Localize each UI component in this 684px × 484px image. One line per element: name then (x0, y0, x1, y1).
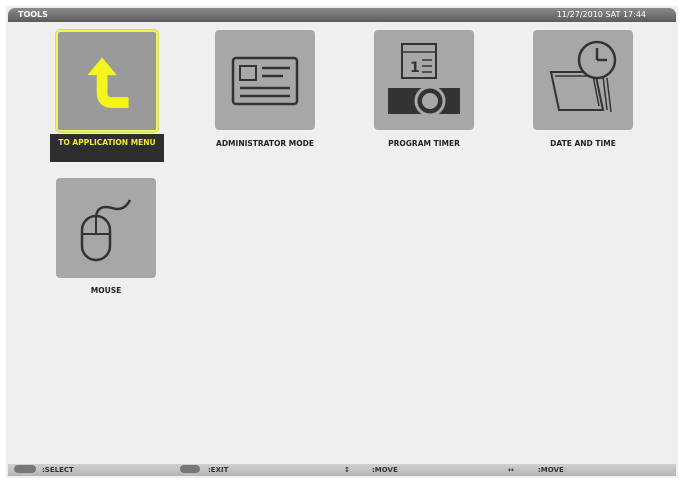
program-timer-icon: 1 (388, 43, 460, 117)
datetime-display: 11/27/2010 SAT 17:44 (556, 10, 646, 19)
to-application-menu-label[interactable]: TO APPLICATION MENU (50, 134, 164, 162)
move-vertical-hint: :MOVE (372, 466, 398, 474)
program-timer-tile[interactable]: 1 (374, 30, 474, 130)
back-arrow-icon (87, 57, 129, 108)
program-timer-label[interactable]: PROGRAM TIMER (364, 139, 484, 148)
leftright-arrow-icon: ↔ (508, 466, 514, 474)
select-hint: :SELECT (42, 466, 74, 474)
id-card-icon (231, 56, 299, 106)
svg-text:1: 1 (410, 60, 420, 76)
administrator-mode-tile[interactable] (215, 30, 315, 130)
footer-hint-bar: :SELECT :EXIT ↕ :MOVE ↔ :MOVE (8, 464, 676, 476)
exit-hint: :EXIT (208, 466, 229, 474)
date-and-time-tile[interactable] (533, 30, 633, 130)
window-title: TOOLS (18, 10, 48, 19)
date-and-time-label[interactable]: DATE AND TIME (523, 139, 643, 148)
exit-key-icon (180, 465, 200, 473)
mouse-icon (80, 199, 132, 262)
title-bar: TOOLS 11/27/2010 SAT 17:44 (8, 8, 676, 22)
mouse-tile[interactable] (56, 178, 156, 278)
clock-calendar-icon (549, 40, 617, 113)
enter-key-icon (14, 465, 36, 473)
to-application-menu-tile[interactable] (56, 30, 158, 132)
updown-arrow-icon: ↕ (344, 466, 350, 474)
administrator-mode-label[interactable]: ADMINISTRATOR MODE (205, 139, 325, 148)
move-horizontal-hint: :MOVE (538, 466, 564, 474)
mouse-label[interactable]: MOUSE (46, 286, 166, 295)
